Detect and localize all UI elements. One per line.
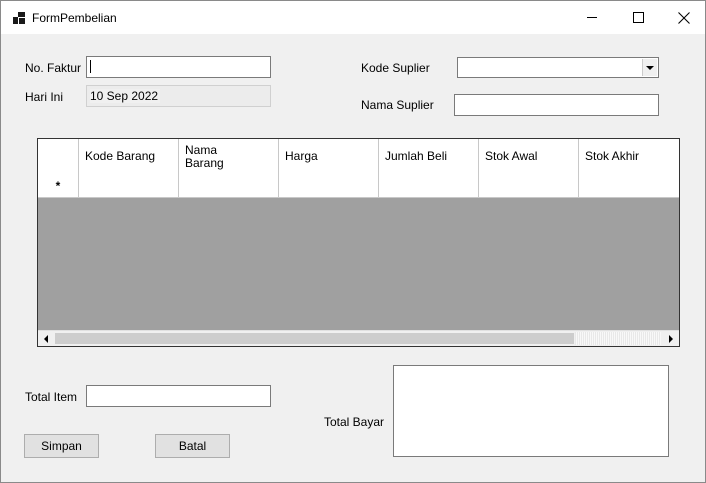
column-header-stok-akhir[interactable]: Stok Akhir	[579, 139, 679, 174]
maximize-icon	[632, 12, 644, 23]
batal-button[interactable]: Batal	[155, 434, 230, 458]
row-header[interactable]: *	[38, 174, 79, 198]
kode-suplier-combobox[interactable]	[457, 57, 659, 78]
cell-stok-akhir[interactable]	[579, 174, 679, 198]
chevron-down-icon	[646, 65, 654, 70]
no-faktur-input[interactable]	[86, 56, 271, 78]
close-button[interactable]	[661, 1, 705, 34]
cell-stok-awal[interactable]	[479, 174, 579, 198]
purchase-items-grid[interactable]: Kode Barang Nama Barang Harga Jumlah Bel…	[37, 138, 680, 347]
app-icon	[13, 12, 25, 24]
nama-suplier-label: Nama Suplier	[361, 98, 434, 112]
minimize-button[interactable]	[569, 1, 615, 34]
column-header-label: Stok Awal	[485, 149, 538, 163]
cell-nama-barang[interactable]	[179, 174, 279, 198]
grid-header: Kode Barang Nama Barang Harga Jumlah Bel…	[38, 139, 679, 175]
maximize-button[interactable]	[615, 1, 661, 34]
column-header-label: Nama Barang	[185, 142, 224, 170]
column-header-stok-awal[interactable]: Stok Awal	[479, 139, 579, 174]
hari-ini-label: Hari Ini	[25, 90, 64, 104]
scroll-left-button[interactable]	[38, 331, 54, 346]
nama-suplier-input[interactable]	[454, 94, 659, 116]
window-title: FormPembelian	[32, 11, 117, 25]
column-header-harga[interactable]: Harga	[279, 139, 379, 174]
scrollbar-track[interactable]	[575, 332, 661, 345]
hari-ini-date-field[interactable]: 10 Sep 2022	[86, 85, 271, 107]
scrollbar-thumb[interactable]	[55, 333, 574, 344]
cell-harga[interactable]	[279, 174, 379, 198]
simpan-button[interactable]: Simpan	[24, 434, 99, 458]
cell-kode-barang[interactable]	[79, 174, 179, 198]
total-bayar-textbox[interactable]	[393, 365, 669, 457]
new-row-marker: *	[55, 178, 61, 193]
new-row[interactable]: *	[38, 174, 679, 198]
minimize-icon	[587, 17, 597, 18]
column-header-label: Jumlah Beli	[385, 149, 448, 163]
column-header-label: Harga	[285, 149, 318, 163]
close-icon	[678, 11, 690, 24]
form-pembelian-window: FormPembelian No. Faktur Hari Ini 10 Sep…	[0, 0, 706, 483]
dropdown-button[interactable]	[642, 59, 657, 76]
hari-ini-value: 10 Sep 2022	[90, 89, 161, 103]
row-header-corner[interactable]	[38, 139, 79, 174]
arrow-left-icon	[44, 334, 48, 343]
arrow-right-icon	[669, 334, 673, 343]
total-bayar-label: Total Bayar	[324, 415, 385, 429]
total-item-label: Total Item	[25, 390, 78, 404]
column-header-label: Stok Akhir	[585, 149, 640, 163]
horizontal-scrollbar[interactable]	[38, 330, 679, 346]
column-header-label: Kode Barang	[85, 149, 156, 163]
column-header-kode-barang[interactable]: Kode Barang	[79, 139, 179, 174]
column-header-nama-barang[interactable]: Nama Barang	[179, 139, 279, 174]
total-item-input[interactable]	[86, 385, 271, 407]
title-bar[interactable]: FormPembelian	[1, 1, 705, 34]
text-caret	[90, 60, 91, 73]
cell-jumlah-beli[interactable]	[379, 174, 479, 198]
no-faktur-label: No. Faktur	[25, 61, 82, 75]
kode-suplier-label: Kode Suplier	[361, 61, 430, 75]
scroll-right-button[interactable]	[663, 331, 679, 346]
column-header-jumlah-beli[interactable]: Jumlah Beli	[379, 139, 479, 174]
